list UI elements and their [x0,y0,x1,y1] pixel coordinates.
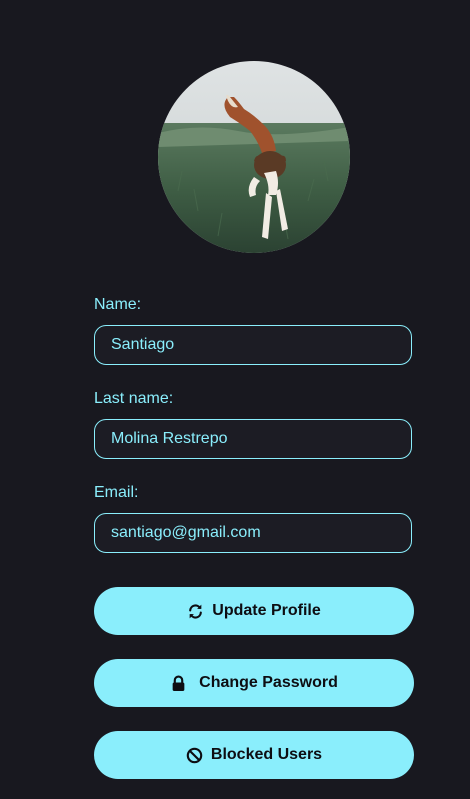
last-name-label: Last name: [94,390,174,407]
email-input[interactable] [94,513,412,553]
last-name-input[interactable] [94,419,412,459]
lock-icon [170,675,187,692]
profile-avatar[interactable] [158,61,350,253]
block-icon [186,747,203,764]
email-label: Email: [94,484,139,501]
blocked-users-button[interactable]: Blocked Users [94,731,414,779]
blocked-users-label: Blocked Users [210,746,323,763]
change-password-button[interactable]: Change Password [94,659,414,707]
update-profile-button[interactable]: Update Profile [94,587,414,635]
refresh-icon [187,603,204,620]
name-input[interactable] [94,325,412,365]
update-profile-label: Update Profile [212,602,321,619]
change-password-label: Change Password [199,674,338,691]
name-label: Name: [94,296,142,313]
dog-photo-icon [158,61,350,253]
